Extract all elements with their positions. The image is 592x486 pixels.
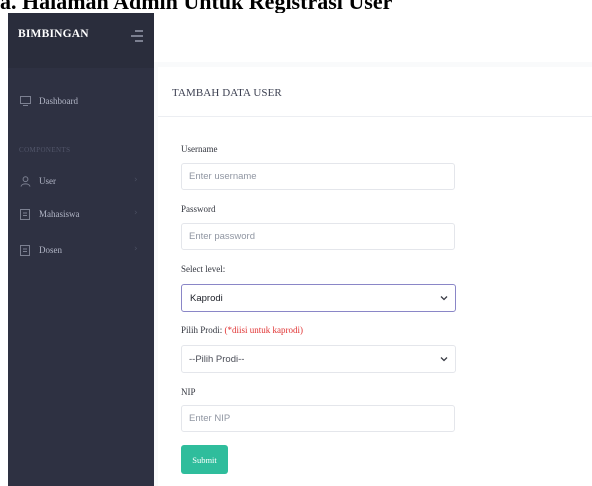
section-label: COMPONENTS — [19, 146, 71, 154]
sidebar-item-dashboard[interactable]: Dashboard — [8, 91, 154, 111]
chevron-down-icon — [440, 357, 448, 362]
password-input[interactable]: Enter password — [181, 223, 455, 250]
top-bar — [154, 12, 592, 62]
prodi-required-note: (*diisi untuk kaprodi) — [224, 325, 304, 335]
nip-placeholder: Enter NIP — [189, 413, 231, 424]
level-label: Select level: — [181, 264, 226, 274]
sidebar-item-label: Dosen — [39, 245, 62, 255]
document-icon — [19, 208, 31, 220]
nip-input[interactable]: Enter NIP — [181, 405, 455, 432]
sidebar-item-user[interactable]: User › — [8, 171, 154, 191]
nip-label: NIP — [181, 387, 196, 397]
username-input[interactable]: Enter username — [181, 163, 455, 190]
chevron-right-icon: › — [134, 175, 138, 185]
sidebar-item-label: Mahasiswa — [39, 209, 80, 219]
sidebar-item-dosen[interactable]: Dosen › — [8, 240, 154, 260]
level-select[interactable]: Kaprodi — [181, 284, 456, 312]
username-label: Username — [181, 144, 218, 154]
chevron-down-icon — [440, 296, 448, 301]
chevron-right-icon: › — [134, 208, 138, 218]
brand-name: BIMBINGAN — [18, 28, 89, 40]
monitor-icon — [19, 95, 31, 107]
hamburger-menu-icon[interactable] — [131, 30, 143, 42]
sidebar-header: BIMBINGAN — [8, 12, 154, 68]
sidebar-item-mahasiswa[interactable]: Mahasiswa › — [8, 204, 154, 224]
level-selected-value: Kaprodi — [190, 293, 223, 304]
card-divider — [158, 116, 592, 117]
sidebar: BIMBINGAN Dashboard COMPONENTS User › Ma… — [8, 12, 154, 486]
page-title: TAMBAH DATA USER — [172, 87, 282, 99]
password-label: Password — [181, 204, 216, 214]
user-icon — [19, 175, 31, 187]
prodi-select[interactable]: --Pilih Prodi-- — [181, 345, 456, 373]
submit-button[interactable]: Submit — [181, 445, 228, 474]
chevron-right-icon: › — [134, 244, 138, 254]
prodi-label-text: Pilih Prodi: — [181, 325, 223, 335]
prodi-label: Pilih Prodi: (*diisi untuk kaprodi) — [181, 325, 303, 335]
document-icon — [19, 244, 31, 256]
prodi-selected-value: --Pilih Prodi-- — [189, 354, 245, 365]
username-placeholder: Enter username — [189, 171, 257, 182]
sidebar-item-label: Dashboard — [39, 96, 78, 106]
document-caption: a. Halaman Admin Untuk Registrasi User — [0, 0, 592, 13]
sidebar-item-label: User — [39, 176, 56, 186]
password-placeholder: Enter password — [189, 231, 256, 242]
